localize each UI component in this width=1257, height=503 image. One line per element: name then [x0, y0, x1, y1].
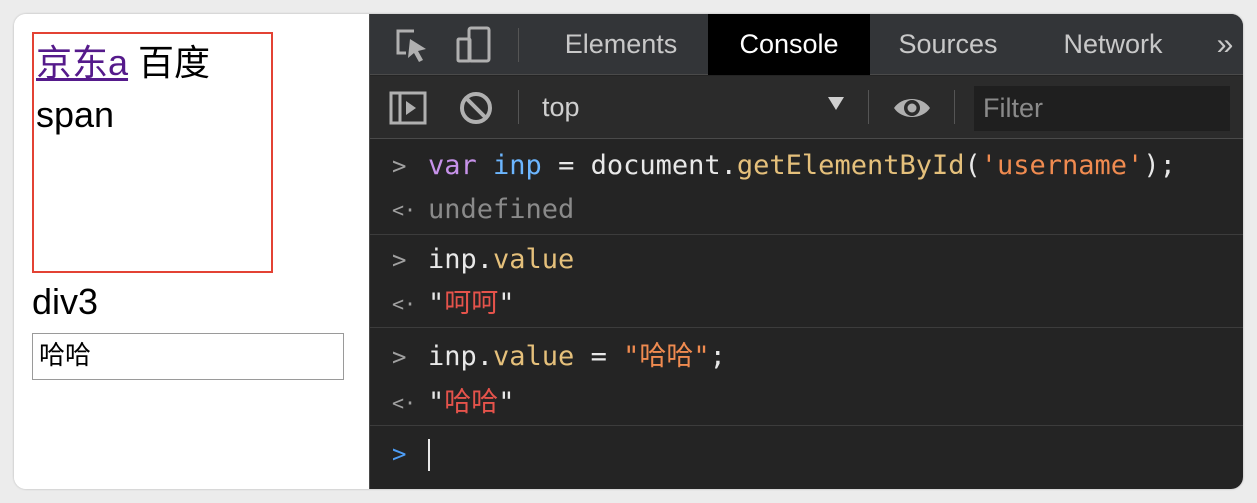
filter-input[interactable]	[974, 86, 1230, 131]
first-line: 京东a 百度	[36, 40, 210, 86]
jd-link[interactable]: 京东a	[36, 42, 128, 83]
result-arrow-icon: <·	[392, 198, 417, 222]
device-toolbar-icon[interactable]	[454, 25, 494, 65]
console-input-code: inp.value	[428, 244, 575, 275]
div3-text: div3	[32, 281, 99, 322]
inspect-element-icon[interactable]	[392, 25, 432, 65]
context-selector[interactable]: top	[542, 76, 580, 139]
tabbar-divider	[518, 28, 519, 62]
console-result-row: <· "哈哈"	[370, 381, 1243, 425]
clear-console-icon[interactable]	[456, 88, 496, 128]
span-element: span	[36, 94, 115, 135]
console-result: "哈哈"	[428, 387, 515, 418]
tab-elements[interactable]: Elements	[542, 14, 700, 75]
tab-sources[interactable]: Sources	[878, 14, 1018, 75]
toolbar-divider-2	[868, 90, 869, 124]
console-input-row: > inp.value	[370, 238, 1243, 282]
baidu-text: 百度	[138, 42, 211, 83]
window-frame: 京东a 百度 span div3 哈哈 Elements Console Sou…	[14, 14, 1243, 489]
dropdown-caret-icon[interactable]	[828, 97, 844, 110]
result-arrow-icon: <·	[392, 391, 417, 415]
devtools-panel: Elements Console Sources Network » top F…	[369, 14, 1243, 489]
toolbar-divider-3	[954, 90, 955, 124]
page-preview: 京东a 百度 span div3 哈哈	[14, 14, 369, 489]
eye-icon[interactable]	[892, 88, 932, 128]
result-arrow-icon: <·	[392, 292, 417, 316]
console-output: > var inp = document.getElementById('use…	[370, 140, 1243, 489]
toolbar-divider-1	[518, 90, 519, 124]
active-prompt-chevron-icon: >	[392, 440, 407, 468]
console-result-row: <· "呵呵"	[370, 282, 1243, 326]
console-input-code: inp.value = "哈哈";	[428, 341, 726, 372]
console-input-row: > var inp = document.getElementById('use…	[370, 144, 1243, 188]
prompt-chevron-icon: >	[392, 152, 407, 180]
console-entry: > inp.value = "哈哈"; <· "哈哈"	[370, 329, 1243, 426]
text-caret	[428, 439, 430, 471]
console-toolbar: top	[370, 76, 1243, 139]
username-input[interactable]: 哈哈	[32, 333, 344, 380]
bordered-div: 京东a 百度 span	[32, 32, 273, 273]
devtools-tabbar: Elements Console Sources Network »	[370, 14, 1243, 75]
sidebar-toggle-icon[interactable]	[388, 88, 428, 128]
console-result-row: <· undefined	[370, 188, 1243, 232]
console-entry: > var inp = document.getElementById('use…	[370, 140, 1243, 235]
console-prompt-row[interactable]: >	[370, 432, 1243, 476]
console-input-row: > inp.value = "哈哈";	[370, 335, 1243, 379]
console-result: undefined	[428, 194, 575, 225]
more-tabs-icon[interactable]: »	[1210, 14, 1240, 75]
tab-network[interactable]: Network	[1044, 14, 1182, 75]
console-input-code: var inp = document.getElementById('usern…	[428, 150, 1176, 181]
prompt-chevron-icon: >	[392, 343, 407, 371]
prompt-chevron-icon: >	[392, 246, 407, 274]
console-result: "呵呵"	[428, 288, 515, 319]
tab-console[interactable]: Console	[708, 14, 870, 75]
console-entry: > inp.value <· "呵呵"	[370, 236, 1243, 328]
